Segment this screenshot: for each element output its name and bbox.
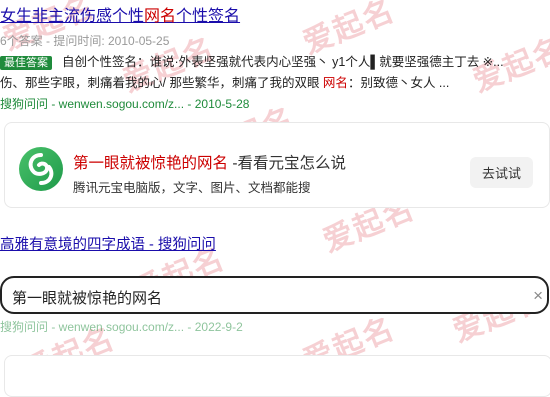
title-text: 个性签名	[176, 8, 241, 25]
result-title-link[interactable]: 女生非主流伤感个性网名个性签名	[0, 2, 240, 26]
next-result-card	[4, 355, 550, 397]
search-input[interactable]	[10, 285, 514, 309]
card-title-highlight: 第一眼就被惊艳的网名	[73, 155, 229, 172]
try-button[interactable]: 去试试	[469, 157, 533, 188]
best-answer-row: 最佳答案 自创个性签名：谁说·外表坚强就代表内心坚强丶 y1个人▌就要坚强德主丁去…	[0, 51, 550, 70]
clear-icon[interactable]: ×	[533, 286, 543, 306]
result-snippet: 伤、那些字眼，刺痛着我的心/ 那些繁华，刺痛了我的双眼 网名：别致德丶女人 ..…	[0, 72, 550, 91]
yuanbao-logo-icon	[19, 147, 63, 191]
card-subtitle: 腾讯元宝电脑版，文字、图片、文档都能搜	[73, 181, 311, 195]
card-title-rest: -看看元宝怎么说	[228, 155, 346, 172]
card-title[interactable]: 第一眼就被惊艳的网名 -看看元宝怎么说	[73, 151, 346, 173]
result-title-link[interactable]: 高雅有意境的四字成语 - 搜狗问问	[0, 233, 216, 254]
result-source-link[interactable]: 搜狗问问 - wenwen.sogou.com/z... - 2010-5-28	[0, 95, 249, 112]
search-box[interactable]: ×	[0, 276, 549, 314]
snippet-text: 伤、那些字眼，刺痛着我的心/ 那些繁华，刺痛了我的双眼	[0, 76, 323, 90]
best-answer-badge: 最佳答案	[0, 56, 52, 70]
title-highlight: 网名	[144, 8, 177, 25]
best-answer-text: 自创个性签名：谁说·外表坚强就代表内心坚强丶 y1个人▌就要坚强德主丁去 ※..…	[62, 55, 504, 69]
result-meta: 6个答案 - 提问时间: 2010-05-25	[0, 34, 170, 48]
title-text: 女生非主流伤感个性	[0, 8, 145, 25]
ai-assistant-card[interactable]: 第一眼就被惊艳的网名 -看看元宝怎么说 腾讯元宝电脑版，文字、图片、文档都能搜 …	[4, 122, 550, 208]
result-source-link[interactable]: 搜狗问问 - wenwen.sogou.com/z... - 2022-9-2	[0, 318, 243, 335]
snippet-text: ：别致德丶女人 ...	[347, 76, 450, 90]
snippet-highlight: 网名	[322, 76, 348, 90]
